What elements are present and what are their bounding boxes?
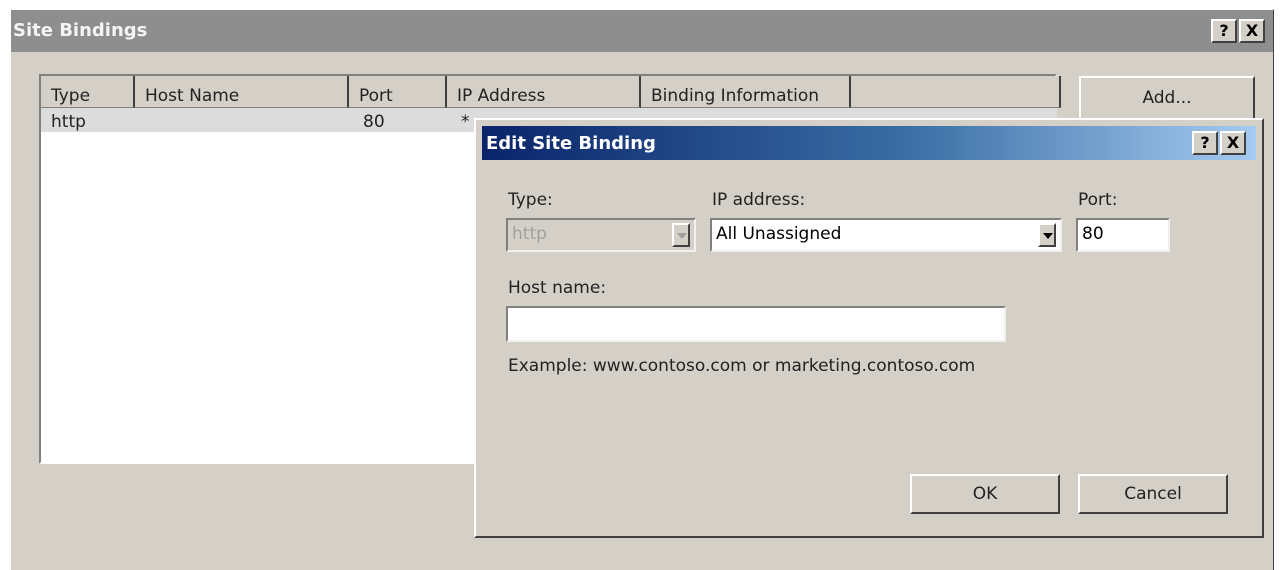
help-button[interactable]: ? [1211, 19, 1237, 43]
help-icon: ? [1200, 133, 1210, 152]
port-input[interactable]: 80 [1076, 218, 1170, 252]
type-value: http [512, 224, 547, 244]
list-header: Type Host Name Port IP Address Binding I… [41, 76, 1061, 108]
dialog-help-button[interactable]: ? [1192, 131, 1218, 155]
ip-address-select[interactable]: All Unassigned [710, 218, 1062, 252]
ip-address-label: IP address: [712, 190, 806, 210]
cell-port: 80 [363, 112, 385, 132]
type-dropdown-button [672, 223, 690, 247]
type-select: http [506, 218, 696, 252]
close-icon: X [1245, 21, 1259, 40]
column-header-binding-information[interactable]: Binding Information [641, 76, 851, 108]
dialog-titlebar[interactable]: Edit Site Binding ? X [482, 126, 1256, 160]
window-title: Site Bindings [13, 20, 148, 41]
dialog-title: Edit Site Binding [486, 133, 656, 154]
dialog-close-button[interactable]: X [1220, 131, 1246, 155]
cancel-button[interactable]: Cancel [1078, 474, 1228, 514]
chevron-down-icon [677, 233, 687, 239]
edit-site-binding-dialog: Edit Site Binding ? X Type: http IP addr… [474, 118, 1264, 538]
site-bindings-titlebar[interactable]: Site Bindings ? X [11, 10, 1273, 52]
close-button[interactable]: X [1239, 19, 1265, 43]
port-value: 80 [1082, 224, 1104, 244]
cell-type: http [51, 112, 86, 132]
column-header-blank[interactable] [851, 76, 1061, 108]
ip-address-value: All Unassigned [716, 224, 842, 244]
example-text: Example: www.contoso.com or marketing.co… [508, 356, 976, 376]
help-icon: ? [1219, 21, 1229, 40]
column-header-ip-address[interactable]: IP Address [447, 76, 641, 108]
column-header-host-name[interactable]: Host Name [135, 76, 349, 108]
ip-address-dropdown-button[interactable] [1038, 223, 1056, 247]
cell-ip-address: * [461, 112, 470, 132]
add-button[interactable]: Add... [1079, 76, 1255, 120]
column-header-port[interactable]: Port [349, 76, 447, 108]
close-icon: X [1226, 133, 1240, 152]
host-name-label: Host name: [508, 278, 607, 298]
chevron-down-icon [1043, 233, 1053, 239]
port-label: Port: [1078, 190, 1118, 210]
ok-button[interactable]: OK [910, 474, 1060, 514]
type-label: Type: [508, 190, 553, 210]
host-name-input[interactable] [506, 306, 1006, 342]
column-header-type[interactable]: Type [41, 76, 135, 108]
